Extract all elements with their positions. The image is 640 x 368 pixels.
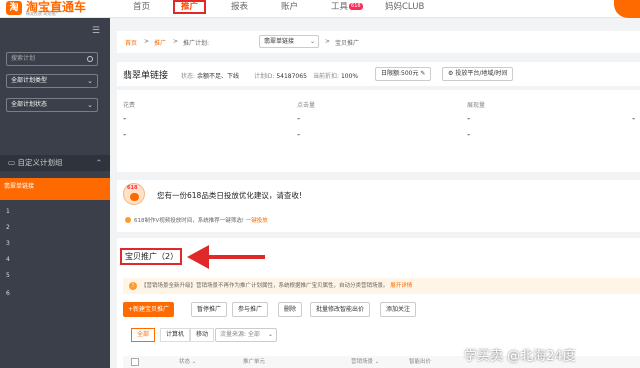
- brand-logo[interactable]: 淘 淘宝直通车 精准投放 高效推广: [6, 0, 116, 18]
- warning-icon: !: [129, 282, 137, 290]
- plan-search-input[interactable]: 搜索计划: [6, 52, 98, 66]
- expand-details-link[interactable]: 展开详情: [390, 283, 412, 289]
- chevron-up-icon[interactable]: ⌃: [96, 155, 102, 171]
- tab-mobile[interactable]: 移动: [190, 328, 215, 342]
- add-follow-button[interactable]: 添加关注: [380, 302, 417, 317]
- join-promotion-button[interactable]: 参与推广: [232, 302, 269, 317]
- column-status[interactable]: 状态 ⌄: [179, 357, 196, 365]
- breadcrumb-plan-label: 推广计划:: [183, 40, 210, 47]
- info-dot-icon: [125, 217, 131, 223]
- stat-value-cost: -: [123, 114, 127, 124]
- stats-panel: 花费 点击量 展现量 - - - - - - -: [117, 90, 640, 172]
- nav-reports[interactable]: 报表: [231, 0, 248, 17]
- daily-budget-button[interactable]: 日限额:500元 ✎: [375, 67, 432, 81]
- gear-icon: ⚙: [448, 70, 454, 77]
- sidebar-item-current-plan[interactable]: 翡翠单链接: [0, 178, 110, 200]
- traffic-source-select[interactable]: 流量来源: 全部 ⌄: [215, 328, 277, 342]
- plan-search-placeholder: 搜索计划: [11, 55, 36, 62]
- tab-all[interactable]: 全部: [131, 328, 156, 342]
- sidebar-item-2[interactable]: 2: [6, 224, 10, 231]
- stat-sub-clicks: -: [297, 130, 301, 140]
- stat-value-clicks: -: [297, 114, 301, 124]
- one-click-launch-link[interactable]: 一键投放: [246, 218, 268, 224]
- stat-value-extra: -: [632, 114, 636, 124]
- promo-618-icon: 618: [123, 183, 145, 205]
- suggestion-text: 您有一份618品类日投放优化建议，请查收!: [157, 191, 302, 200]
- stat-label-cost: 花费: [123, 102, 136, 109]
- corner-decoration: [614, 0, 640, 18]
- top-navigation: 淘 淘宝直通车 精准投放 高效推广 首页 推广 报表 账户 工具 618 妈妈CL…: [0, 0, 640, 18]
- batch-smart-bid-button[interactable]: 批量修改智能出价: [310, 302, 371, 317]
- plan-name: 翡翠单链接: [123, 71, 169, 81]
- item-promotion-title: 宝贝推广（2）: [120, 248, 182, 265]
- nav-tools[interactable]: 工具 618: [331, 0, 363, 17]
- nav-home[interactable]: 首页: [133, 0, 150, 17]
- nav-account[interactable]: 账户: [281, 0, 298, 17]
- edit-icon: ✎: [420, 70, 426, 77]
- main-content: 首页 > 推广 > 推广计划: 翡翠单链接 ⌄ > 宝贝推广 翡翠单链接 状态:…: [110, 18, 640, 368]
- optimization-suggestion: 618 您有一份618品类日投放优化建议，请查收! 618制作V视频投放时间，系…: [117, 180, 640, 232]
- plan-status-value: 全部计划状态: [11, 101, 48, 108]
- brand-tagline: 精准投放 高效推广: [26, 11, 60, 16]
- scene-upgrade-notice: ! 【营销场景全新升级】营销场景不再作为推广计划属性，系统根据推广宝贝属性，自动…: [123, 278, 640, 294]
- breadcrumb-current: 宝贝推广: [335, 40, 360, 47]
- plan-switch-select[interactable]: 翡翠单链接 ⌄: [259, 35, 319, 48]
- nav-mama-club[interactable]: 妈妈CLUB: [385, 0, 424, 17]
- sidebar-item-3[interactable]: 3: [6, 240, 10, 247]
- sidebar-item-4[interactable]: 4: [6, 256, 10, 263]
- platform-settings-button[interactable]: ⚙ 投放平台/地域/时间: [442, 67, 514, 81]
- stat-label-impressions: 展现量: [467, 102, 486, 109]
- plan-discount: 当前折扣: 100%: [313, 73, 359, 80]
- breadcrumb-home[interactable]: 首页: [125, 38, 137, 47]
- chevron-down-icon: ⌄: [267, 331, 273, 338]
- plan-switch-value: 翡翠单链接: [264, 38, 295, 45]
- custom-plan-group-label: 自定义计划组: [17, 158, 63, 167]
- plan-status-select[interactable]: 全部计划状态 ⌄: [6, 98, 98, 112]
- watermark: 学买卖 @北海24度: [464, 349, 576, 364]
- plan-info-bar: 翡翠单链接 状态: 余额不足、下线 计划ID: 54187065 当前折扣: 1…: [117, 62, 640, 86]
- nav-promotion[interactable]: 推广: [173, 0, 207, 14]
- tab-computer[interactable]: 计算机: [160, 328, 191, 342]
- pause-promotion-button[interactable]: 暂停推广: [191, 302, 228, 317]
- column-scene[interactable]: 营销场景 ⌄: [351, 357, 379, 365]
- chevron-down-icon: ⌄: [309, 38, 315, 45]
- custom-plan-group[interactable]: ▭ 自定义计划组 ⌃: [0, 155, 110, 171]
- plan-type-value: 全部计划类型: [11, 77, 48, 84]
- logo-mark-icon: 淘: [6, 1, 22, 15]
- column-unit: 推广单元: [243, 359, 266, 365]
- chevron-down-icon: ⌄: [87, 101, 93, 109]
- suggestion-sub: 618制作V视频投放时间，系统推荐一键筛选! 一键投放: [125, 216, 268, 224]
- stat-sub-impressions: -: [467, 130, 471, 140]
- sidebar-item-1[interactable]: 1: [6, 208, 10, 215]
- annotation-arrow-icon: [187, 245, 265, 269]
- stat-label-clicks: 点击量: [297, 102, 316, 109]
- sidebar-item-5[interactable]: 5: [6, 272, 10, 279]
- select-all-checkbox[interactable]: [131, 358, 139, 366]
- add-item-promotion-button[interactable]: +新建宝贝推广: [123, 302, 175, 317]
- stat-sub-cost: -: [123, 130, 127, 140]
- sidebar: ☰ 搜索计划 全部计划类型 ⌄ 全部计划状态 ⌄ ▭ 自定义计划组 ⌃ 翡翠单链…: [0, 18, 110, 368]
- menu-collapse-icon[interactable]: ☰: [92, 26, 100, 36]
- search-icon[interactable]: [87, 56, 93, 62]
- plan-type-select[interactable]: 全部计划类型 ⌄: [6, 74, 98, 88]
- nav-tools-badge: 618: [349, 3, 363, 10]
- sidebar-item-6[interactable]: 6: [6, 290, 10, 297]
- delete-button[interactable]: 删除: [278, 302, 303, 317]
- stat-value-impressions: -: [467, 114, 471, 124]
- nav-tools-label: 工具: [331, 2, 349, 12]
- breadcrumb: 首页 > 推广 > 推广计划: 翡翠单链接 ⌄ > 宝贝推广: [117, 31, 640, 53]
- breadcrumb-promo[interactable]: 推广: [154, 38, 166, 47]
- column-smart-bid: 智能出价: [409, 359, 432, 365]
- plan-status: 状态: 余额不足、下线: [181, 73, 239, 80]
- chevron-down-icon: ⌄: [87, 77, 93, 85]
- plan-id: 计划ID: 54187065: [254, 73, 307, 80]
